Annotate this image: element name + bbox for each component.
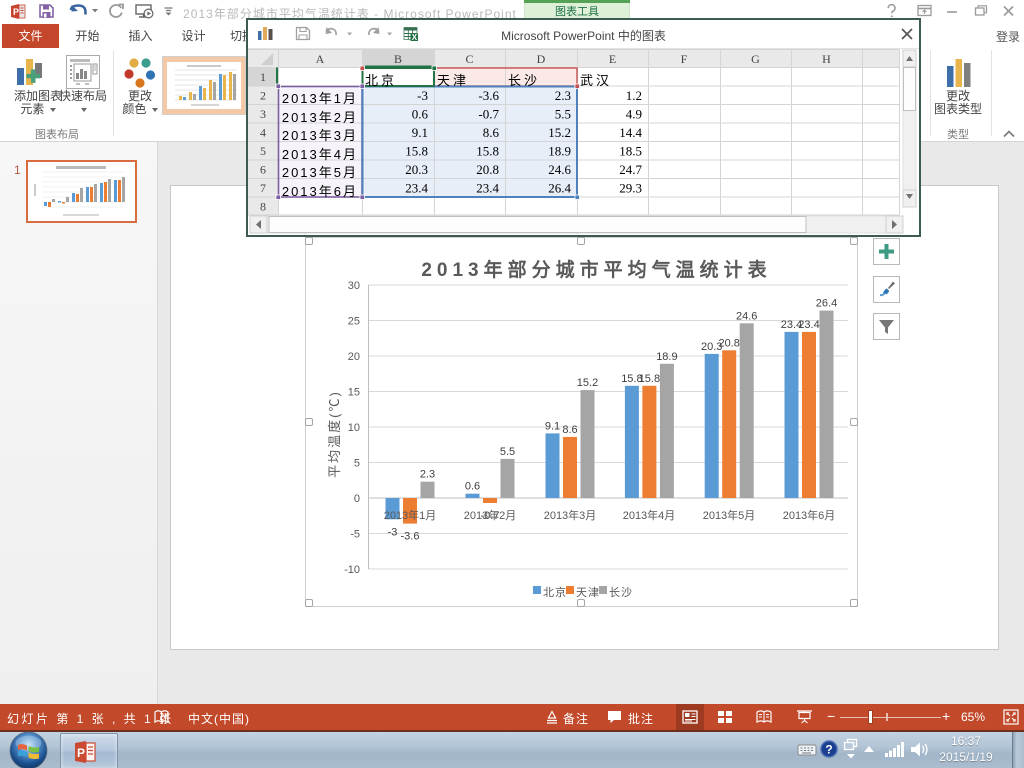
svg-text:D: D	[537, 52, 546, 66]
svg-text:5: 5	[260, 144, 266, 158]
svg-text:15: 15	[348, 387, 360, 399]
svg-text:2: 2	[260, 89, 266, 103]
svg-text:20: 20	[348, 351, 360, 363]
svg-text:A: A	[316, 52, 325, 66]
svg-text:-10: -10	[344, 564, 360, 576]
svg-text:H: H	[822, 52, 831, 66]
svg-text:20.8: 20.8	[718, 337, 739, 349]
svg-text:-3.6: -3.6	[478, 88, 499, 103]
svg-text:8.6: 8.6	[562, 424, 577, 436]
svg-text:15.8: 15.8	[639, 373, 660, 385]
svg-text:-3: -3	[388, 526, 398, 538]
svg-text:23.4: 23.4	[476, 181, 499, 196]
svg-text:18.5: 18.5	[619, 144, 642, 159]
svg-text:?: ?	[825, 743, 832, 757]
svg-text:B: B	[394, 52, 402, 66]
svg-text:-5: -5	[350, 529, 360, 541]
svg-text:F: F	[681, 52, 688, 66]
svg-text:6: 6	[260, 163, 266, 177]
svg-text:0.6: 0.6	[412, 107, 429, 122]
svg-text:1.2: 1.2	[626, 88, 642, 103]
svg-text:8.6: 8.6	[483, 125, 500, 140]
svg-text:25: 25	[348, 316, 360, 328]
svg-text:0: 0	[354, 493, 360, 505]
svg-text:-3: -3	[417, 88, 428, 103]
svg-text:24.6: 24.6	[736, 310, 757, 322]
svg-text:2.3: 2.3	[420, 469, 435, 481]
svg-text:26.4: 26.4	[548, 181, 571, 196]
svg-text:18.9: 18.9	[548, 144, 571, 159]
svg-text:24.7: 24.7	[619, 162, 642, 177]
svg-text:8: 8	[260, 200, 266, 214]
svg-text:C: C	[465, 52, 473, 66]
svg-text:20.8: 20.8	[476, 162, 499, 177]
svg-text:0.6: 0.6	[465, 481, 480, 493]
svg-text:4: 4	[260, 126, 266, 140]
svg-text:3: 3	[260, 107, 266, 121]
svg-text:26.4: 26.4	[816, 298, 837, 310]
svg-text:15.8: 15.8	[476, 144, 499, 159]
svg-text:-3.6: -3.6	[401, 531, 420, 543]
svg-text:E: E	[609, 52, 616, 66]
svg-text:9.1: 9.1	[412, 125, 428, 140]
svg-text:14.4: 14.4	[619, 125, 642, 140]
svg-text:5.5: 5.5	[555, 107, 571, 122]
svg-text:29.3: 29.3	[619, 181, 642, 196]
svg-text:10: 10	[348, 422, 360, 434]
svg-text:23.4: 23.4	[798, 319, 819, 331]
svg-text:P: P	[77, 746, 85, 760]
svg-text:1: 1	[260, 70, 266, 84]
svg-text:2.3: 2.3	[555, 88, 571, 103]
svg-text:15.2: 15.2	[577, 377, 598, 389]
svg-text:15.8: 15.8	[405, 144, 428, 159]
svg-text:5: 5	[354, 458, 360, 470]
svg-text:4.9: 4.9	[626, 107, 642, 122]
svg-text:23.4: 23.4	[405, 181, 428, 196]
svg-text:18.9: 18.9	[656, 351, 677, 363]
svg-text:20.3: 20.3	[405, 162, 428, 177]
svg-text:7: 7	[260, 181, 266, 195]
svg-text:5.5: 5.5	[500, 446, 515, 458]
svg-text:9.1: 9.1	[545, 420, 560, 432]
svg-text:24.6: 24.6	[548, 162, 571, 177]
svg-text:-0.7: -0.7	[478, 107, 499, 122]
svg-text:15.2: 15.2	[548, 125, 571, 140]
svg-text:G: G	[751, 52, 760, 66]
